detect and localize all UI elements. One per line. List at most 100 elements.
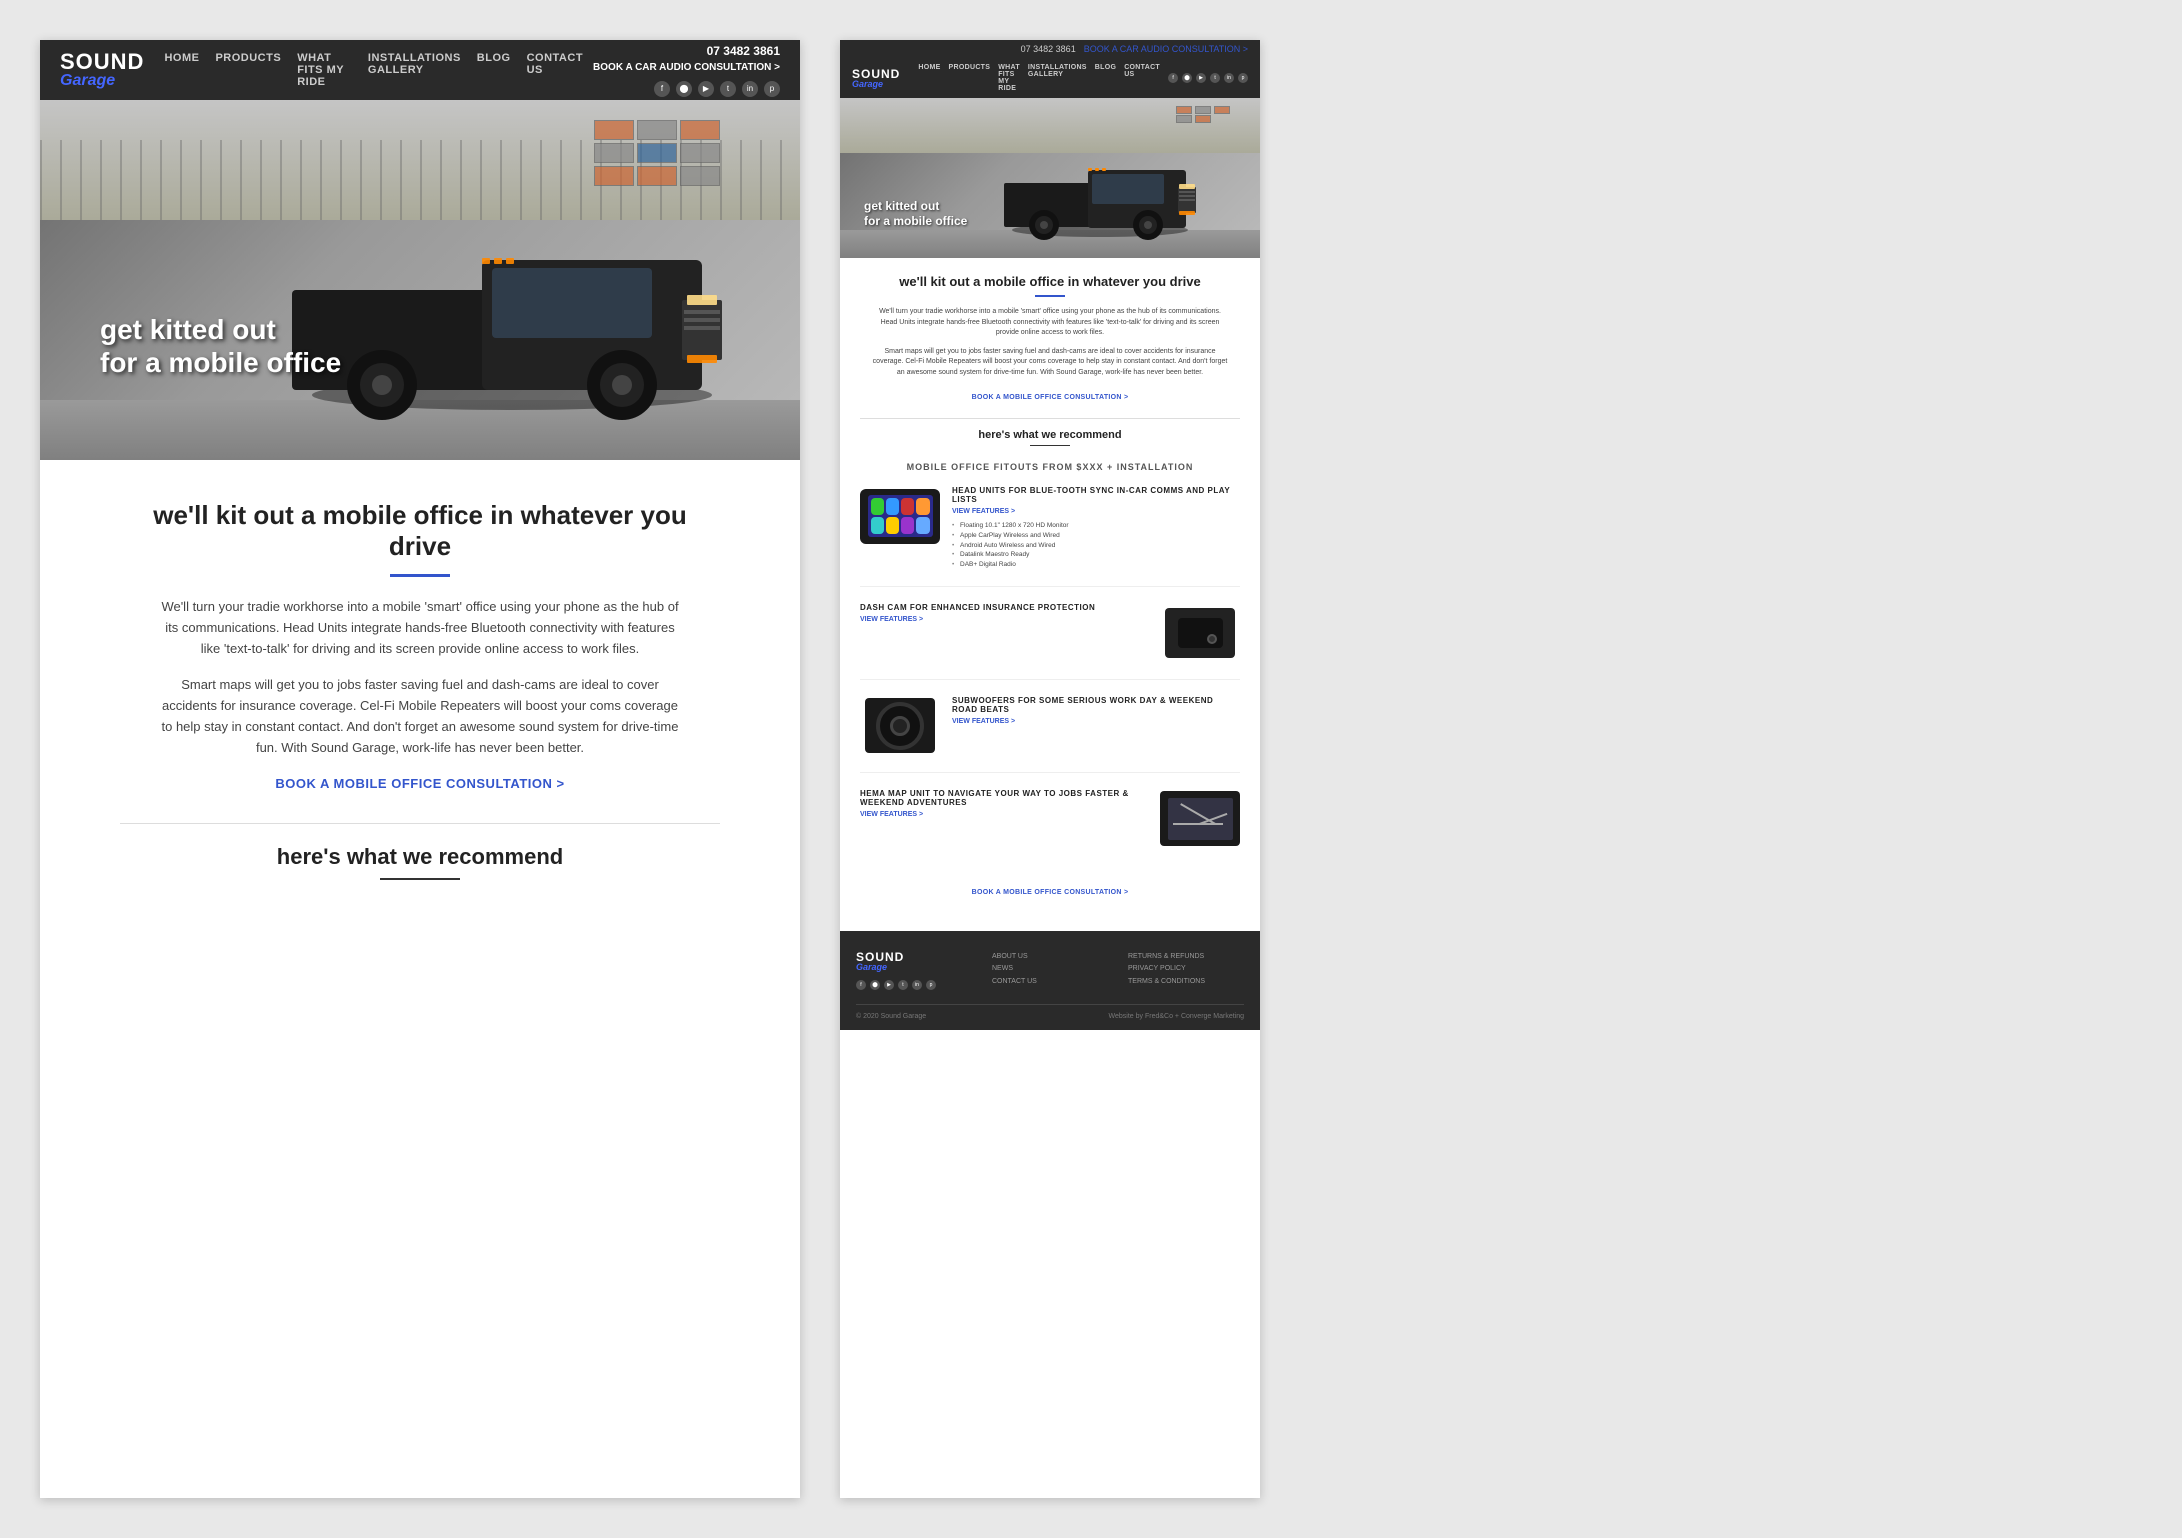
product-item-dashcam: DASH CAM FOR ENHANCED INSURANCE PROTECTI… xyxy=(860,603,1240,680)
pi-icon-sm[interactable]: p xyxy=(1238,73,1248,83)
nav-products-sm[interactable]: PRODUCTS xyxy=(949,64,991,92)
product-bullets-headunit: Floating 10.1" 1280 x 720 HD Monitor App… xyxy=(952,521,1240,570)
dashcam-visual xyxy=(1165,608,1235,658)
section-title-sm: we'll kit out a mobile office in whateve… xyxy=(860,274,1240,289)
head-unit-visual xyxy=(860,489,940,544)
products-subtitle: MOBILE OFFICE FITOUTS FROM $XXX + INSTAL… xyxy=(860,462,1240,472)
gps-line-1 xyxy=(1180,803,1216,825)
cta-consultation-link[interactable]: BOOK A MOBILE OFFICE CONSULTATION > xyxy=(275,776,564,791)
bottom-cta-link[interactable]: BOOK A MOBILE OFFICE CONSULTATION > xyxy=(972,889,1129,896)
products-section: MOBILE OFFICE FITOUTS FROM $XXX + INSTAL… xyxy=(840,462,1260,931)
nav-what-fits[interactable]: WHAT FITS MY RIDE xyxy=(297,52,352,88)
hero-text-sm: get kitted out for a mobile office xyxy=(864,199,967,228)
app-icon-7 xyxy=(901,517,914,534)
nav-contact[interactable]: CONTACT US xyxy=(527,52,583,88)
cta-sm[interactable]: BOOK A CAR AUDIO CONSULTATION > xyxy=(1084,44,1248,54)
social-icons: f ⬤ ▶ t in p xyxy=(654,81,780,97)
footer-returns[interactable]: RETURNS & REFUNDS xyxy=(1128,951,1244,964)
app-icon-1 xyxy=(871,498,884,515)
hero-left: get kitted out for a mobile office xyxy=(40,100,800,460)
li-icon-sm[interactable]: in xyxy=(1224,73,1234,83)
footer-terms[interactable]: TERMS & CONDITIONS xyxy=(1128,976,1244,989)
hero-line2-sm: for a mobile office xyxy=(864,214,967,228)
dashcam-body xyxy=(1178,618,1223,648)
logo-sm[interactable]: SOUND Garage xyxy=(852,68,900,89)
bullet-3: Android Auto Wireless and Wired xyxy=(952,541,1240,551)
nav-blog-sm[interactable]: BLOG xyxy=(1095,64,1116,92)
footer-col-legal: RETURNS & REFUNDS PRIVACY POLICY TERMS &… xyxy=(1128,951,1244,990)
nav-gallery-sm[interactable]: INSTALLATIONS GALLERY xyxy=(1028,64,1087,92)
tw-icon-sm[interactable]: t xyxy=(1210,73,1220,83)
footer-news[interactable]: NEWS xyxy=(992,963,1108,976)
footer-logo[interactable]: SOUND Garage xyxy=(856,951,962,972)
hero-text: get kitted out for a mobile office xyxy=(100,313,341,380)
product-name-dashcam: DASH CAM FOR ENHANCED INSURANCE PROTECTI… xyxy=(860,603,1148,612)
product-view-gps[interactable]: VIEW FEATURES > xyxy=(860,811,1148,818)
product-info-sub: SUBWOOFERS FOR SOME SERIOUS WORK DAY & W… xyxy=(952,696,1240,731)
footer-pi[interactable]: p xyxy=(926,980,936,990)
pinterest-icon[interactable]: p xyxy=(764,81,780,97)
youtube-icon[interactable]: ▶ xyxy=(698,81,714,97)
product-name-headunit: HEAD UNITS FOR BLUE-TOOTH SYNC IN-CAR CO… xyxy=(952,486,1240,504)
nav-whatfits-sm[interactable]: WHAT FITS MY RIDE xyxy=(998,64,1020,92)
bullet-5: DAB+ Digital Radio xyxy=(952,560,1240,570)
nav-cta-button[interactable]: BOOK A CAR AUDIO CONSULTATION > xyxy=(593,62,780,73)
footer-yt[interactable]: ▶ xyxy=(884,980,894,990)
sub-image xyxy=(860,696,940,756)
twitter-icon[interactable]: t xyxy=(720,81,736,97)
nav-links-left: HOME PRODUCTS WHAT FITS MY RIDE INSTALLA… xyxy=(164,52,583,88)
fb-icon-sm[interactable]: f xyxy=(1168,73,1178,83)
dashcam-lens xyxy=(1207,634,1217,644)
title-underline xyxy=(390,574,450,577)
nav-blog[interactable]: BLOG xyxy=(477,52,511,88)
product-info-gps: HEMA MAP UNIT TO NAVIGATE YOUR WAY TO JO… xyxy=(860,789,1148,824)
nav-home[interactable]: HOME xyxy=(164,52,199,88)
product-name-gps: HEMA MAP UNIT TO NAVIGATE YOUR WAY TO JO… xyxy=(860,789,1148,807)
facebook-icon[interactable]: f xyxy=(654,81,670,97)
footer-ig[interactable]: ⬤ xyxy=(870,980,880,990)
right-panel: 07 3482 3861 BOOK A CAR AUDIO CONSULTATI… xyxy=(840,40,1260,1498)
product-view-dashcam[interactable]: VIEW FEATURES > xyxy=(860,616,1148,623)
hero-line2: for a mobile office xyxy=(100,347,341,378)
cta-link-sm[interactable]: BOOK A MOBILE OFFICE CONSULTATION > xyxy=(972,394,1129,401)
gps-line-2 xyxy=(1173,823,1223,825)
footer-about[interactable]: ABOUT US xyxy=(992,951,1108,964)
truck-sm xyxy=(1000,145,1200,240)
footer-fb[interactable]: f xyxy=(856,980,866,990)
footer-tw[interactable]: t xyxy=(898,980,908,990)
footer-logo-sound: SOUND xyxy=(856,951,962,963)
subwoofer-visual xyxy=(865,698,935,753)
ig-icon-sm[interactable]: ⬤ xyxy=(1182,73,1192,83)
nav-phone: 07 3482 3861 xyxy=(707,44,780,58)
navbar-sm-main: SOUND Garage HOME PRODUCTS WHAT FITS MY … xyxy=(852,58,1248,98)
footer-li[interactable]: in xyxy=(912,980,922,990)
product-info-dashcam: DASH CAM FOR ENHANCED INSURANCE PROTECTI… xyxy=(860,603,1148,629)
product-item-gps: HEMA MAP UNIT TO NAVIGATE YOUR WAY TO JO… xyxy=(860,789,1240,865)
yt-icon-sm[interactable]: ▶ xyxy=(1196,73,1206,83)
gps-screen xyxy=(1168,798,1233,840)
logo-sound: SOUND xyxy=(60,51,144,73)
nav-products[interactable]: PRODUCTS xyxy=(215,52,281,88)
app-icon-8 xyxy=(916,517,929,534)
body-para2-sm: Smart maps will get you to jobs faster s… xyxy=(870,347,1230,379)
section-title: we'll kit out a mobile office in whateve… xyxy=(120,500,720,562)
linkedin-icon[interactable]: in xyxy=(742,81,758,97)
footer-privacy[interactable]: PRIVACY POLICY xyxy=(1128,963,1244,976)
recommend-underline xyxy=(380,878,460,880)
instagram-icon[interactable]: ⬤ xyxy=(676,81,692,97)
gps-visual xyxy=(1160,791,1240,846)
recommend-title-sm: here's what we recommend xyxy=(860,418,1240,441)
product-view-headunit[interactable]: VIEW FEATURES > xyxy=(952,508,1240,515)
footer-logo-garage: Garage xyxy=(856,963,962,972)
footer-contact[interactable]: CONTACT US xyxy=(992,976,1108,989)
nav-contact-sm[interactable]: CONTACT US xyxy=(1124,64,1160,92)
nav-gallery[interactable]: INSTALLATIONS GALLERY xyxy=(368,52,461,88)
product-name-sub: SUBWOOFERS FOR SOME SERIOUS WORK DAY & W… xyxy=(952,696,1240,714)
product-view-sub[interactable]: VIEW FEATURES > xyxy=(952,718,1240,725)
app-icon-2 xyxy=(886,498,899,515)
logo-garage: Garage xyxy=(60,73,144,89)
footer-bottom: © 2020 Sound Garage Website by Fred&Co +… xyxy=(856,1004,1244,1020)
head-unit-image xyxy=(860,486,940,546)
nav-home-sm[interactable]: HOME xyxy=(918,64,940,92)
logo-left[interactable]: SOUND Garage xyxy=(60,51,144,89)
